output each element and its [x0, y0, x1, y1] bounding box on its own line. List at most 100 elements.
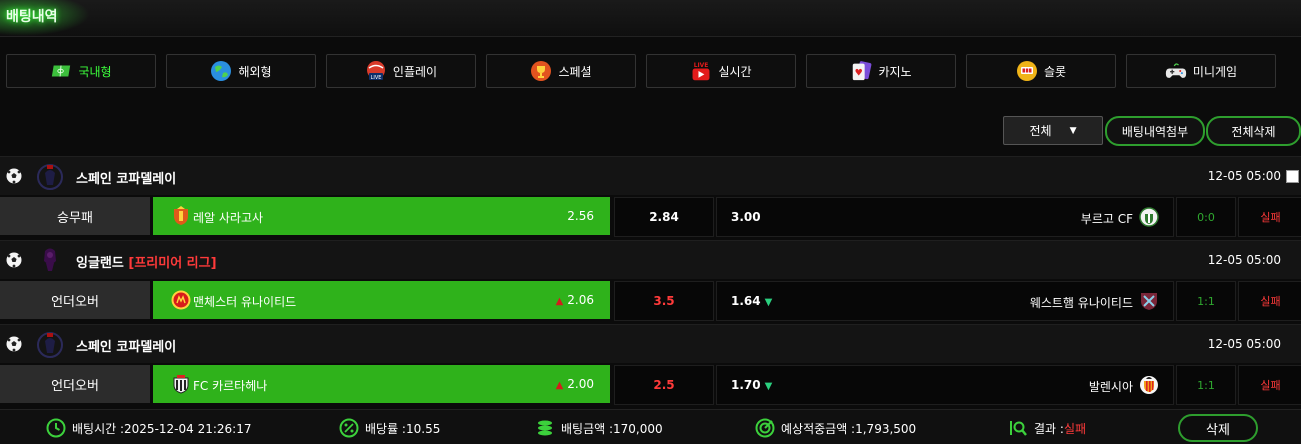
bet-result: 실패 [1238, 197, 1301, 237]
title-bar: 배팅내역 [0, 0, 1301, 37]
zaragoza-crest-icon [171, 206, 191, 226]
clock-icon [46, 418, 66, 438]
filter-value: 전체 [1029, 124, 1052, 138]
bet-type: 언더오버 [0, 281, 150, 319]
bet-row: 언더오버 FC 카르타헤나 ▲ 2.00 2.5 1.70 ▼ 발렌시아 1:1 실… [0, 364, 1301, 405]
delete-bet-button[interactable]: 삭제 [1178, 414, 1258, 442]
odds-down-icon: ▼ [764, 381, 773, 392]
category-tabs: 국내형 해외형 LIVE 인플레이 스페셜 LIVE 실시간 ♥ 카지노 슬롯 [6, 54, 1296, 88]
league-header: 잉글랜드 [프리미어 리그] 12-05 05:00 [0, 240, 1301, 279]
odds-down-icon: ▼ [764, 297, 773, 308]
bet-row: 승무패 레알 사라고사 2.56 2.84 3.00 부르고 CF 0:0 실패 [0, 196, 1301, 237]
tab-label: 슬롯 [1043, 64, 1067, 79]
away-selection[interactable]: 3.00 부르고 CF [716, 197, 1174, 237]
chevron-down-icon: ▼ [1069, 125, 1077, 136]
home-selection[interactable]: 레알 사라고사 2.56 [153, 197, 610, 235]
mid-value[interactable]: 2.84 [614, 197, 714, 237]
league-name: 잉글랜드 [프리미어 리그] [76, 256, 217, 271]
burgos-crest-icon [1139, 207, 1159, 227]
home-selection[interactable]: FC 카르타헤나 ▲ 2.00 [153, 365, 610, 403]
slot-machine-icon [1016, 60, 1038, 82]
tab-label: 카지노 [878, 64, 912, 79]
soccer-ball-icon [6, 336, 22, 352]
away-selection[interactable]: 1.64 ▼ 웨스트햄 유나이티드 [716, 281, 1174, 321]
tab-label: 국내형 [78, 64, 112, 79]
bet-time: 배팅시간 :2025-12-04 21:26:17 [46, 418, 251, 438]
match-datetime: 12-05 05:00 [1207, 169, 1281, 183]
tab-domestic[interactable]: 국내형 [6, 54, 156, 88]
tab-minigame[interactable]: 미니게임 [1126, 54, 1276, 88]
man-united-crest-icon [171, 290, 191, 310]
bet-amount: 배팅금액 :170,000 [535, 418, 663, 438]
home-odds: ▲ 2.06 [555, 293, 594, 307]
away-odds: 1.70 ▼ [731, 378, 773, 392]
home-team-name: FC 카르타헤나 [193, 379, 268, 393]
bet-result: 실패 [1238, 365, 1301, 405]
match-score: 1:1 [1176, 281, 1236, 321]
league-header: 스페인 코파델레이 12-05 05:00 [0, 324, 1301, 363]
league-name: 스페인 코파델레이 [76, 340, 177, 355]
soccer-field-icon [50, 60, 72, 82]
mid-value[interactable]: 2.5 [614, 365, 714, 405]
svg-text:LIVE: LIVE [370, 75, 381, 81]
home-team-name: 레알 사라고사 [193, 211, 264, 225]
trophy-icon [530, 60, 552, 82]
coins-icon [535, 418, 555, 438]
tab-inplay[interactable]: LIVE 인플레이 [326, 54, 476, 88]
match-score: 0:0 [1176, 197, 1236, 237]
tab-label: 해외형 [238, 64, 272, 79]
west-ham-crest-icon [1139, 291, 1159, 311]
tab-label: 인플레이 [392, 64, 438, 79]
mid-value[interactable]: 3.5 [614, 281, 714, 321]
away-selection[interactable]: 1.70 ▼ 발렌시아 [716, 365, 1174, 405]
tab-realtime[interactable]: LIVE 실시간 [646, 54, 796, 88]
tab-label: 미니게임 [1192, 64, 1238, 79]
svg-text:♥: ♥ [855, 68, 863, 79]
filter-select[interactable]: 전체 ▼ [1003, 116, 1103, 145]
bet-result: 실패 [1238, 281, 1301, 321]
league-name: 스페인 코파델레이 [76, 172, 177, 187]
odds-up-icon: ▲ [555, 380, 564, 391]
premier-league-logo-icon [36, 245, 64, 275]
match-datetime: 12-05 05:00 [1207, 253, 1281, 267]
live-ball-icon: LIVE [365, 60, 387, 82]
away-team-name: 부르고 CF [1080, 212, 1133, 226]
target-icon [755, 418, 775, 438]
tab-slot[interactable]: 슬롯 [966, 54, 1116, 88]
tab-casino[interactable]: ♥ 카지노 [806, 54, 956, 88]
tab-label: 실시간 [718, 64, 752, 79]
copa-del-rey-logo-icon [36, 329, 64, 359]
tab-overseas[interactable]: 해외형 [166, 54, 316, 88]
away-odds: 3.00 [731, 210, 761, 224]
home-selection[interactable]: 맨체스터 유나이티드 ▲ 2.06 [153, 281, 610, 319]
tab-label: 스페셜 [558, 64, 592, 79]
expected-win: 예상적중금액 :1,793,500 [755, 418, 916, 438]
live-video-icon: LIVE [690, 60, 712, 82]
select-checkbox[interactable] [1286, 170, 1299, 183]
globe-icon [210, 60, 232, 82]
home-odds: ▲ 2.00 [555, 377, 594, 391]
page-title: 배팅내역 [6, 9, 58, 25]
soccer-ball-icon [6, 168, 22, 184]
bet-type: 승무패 [0, 197, 150, 235]
soccer-ball-icon [6, 252, 22, 268]
bet-summary-bar: 배팅시간 :2025-12-04 21:26:17 배당률 :10.55 배팅금… [0, 409, 1301, 444]
valencia-crest-icon [1139, 375, 1159, 395]
away-team-name: 웨스트햄 유나이티드 [1029, 296, 1133, 310]
tab-special[interactable]: 스페셜 [486, 54, 636, 88]
attach-history-button[interactable]: 배팅내역첨부 [1105, 116, 1205, 146]
cards-icon: ♥ [850, 60, 872, 82]
match-score: 1:1 [1176, 365, 1236, 405]
away-odds: 1.64 ▼ [731, 294, 773, 308]
league-header: 스페인 코파델레이 12-05 05:00 [0, 156, 1301, 195]
copa-del-rey-logo-icon [36, 161, 64, 191]
delete-all-button[interactable]: 전체삭제 [1206, 116, 1301, 146]
svg-text:LIVE: LIVE [694, 63, 709, 69]
result-search-icon [1008, 418, 1028, 438]
gamepad-icon [1165, 60, 1187, 82]
home-odds: 2.56 [567, 209, 594, 223]
cartagena-crest-icon [171, 374, 191, 394]
percent-icon [339, 418, 359, 438]
odds-up-icon: ▲ [555, 296, 564, 307]
bet-row: 언더오버 맨체스터 유나이티드 ▲ 2.06 3.5 1.64 ▼ 웨스트햄 유나이… [0, 280, 1301, 321]
